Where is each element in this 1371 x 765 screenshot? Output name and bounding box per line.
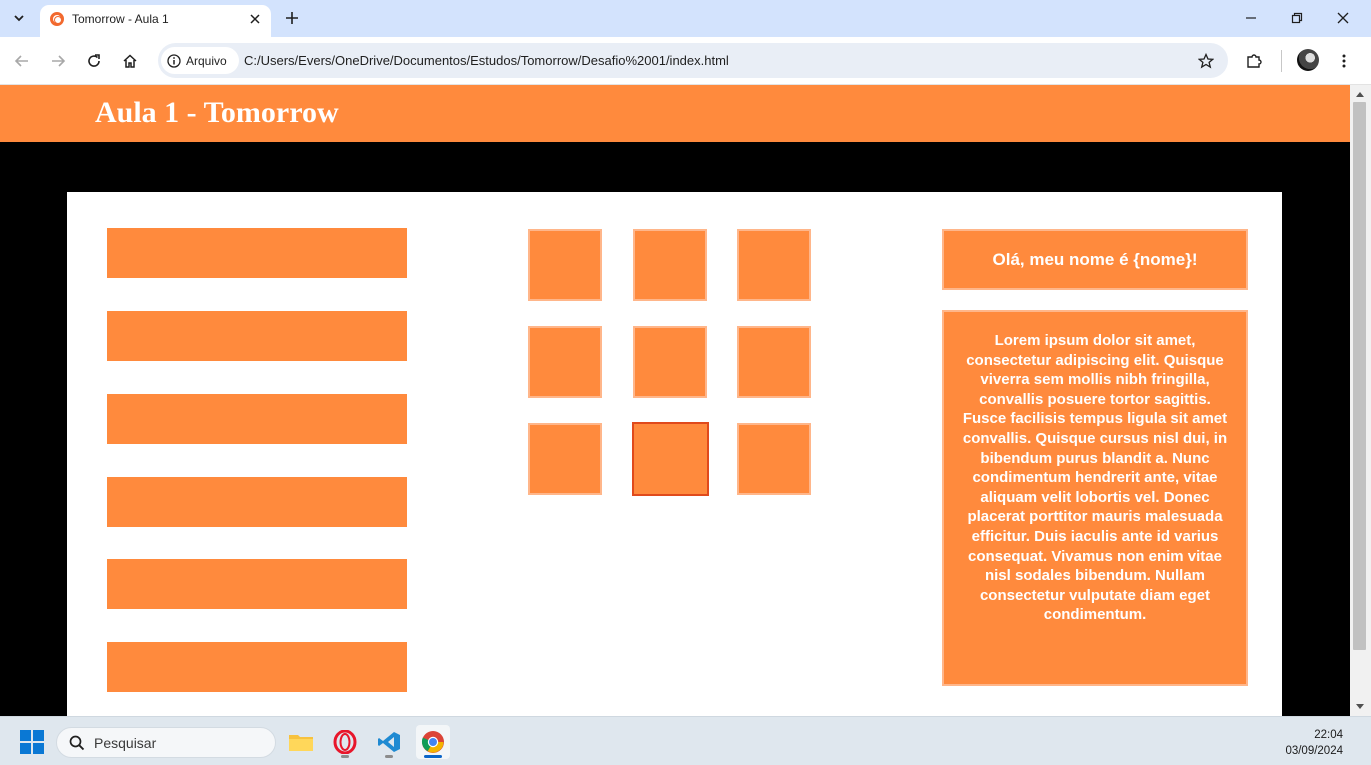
scroll-thumb[interactable] — [1353, 102, 1366, 650]
vscode-button[interactable] — [372, 725, 406, 759]
running-indicator — [341, 755, 349, 758]
vscode-icon — [378, 732, 400, 752]
new-tab-button[interactable] — [282, 8, 302, 28]
plus-icon — [286, 12, 298, 24]
url-text[interactable]: C:/Users/Evers/OneDrive/Documentos/Estud… — [244, 53, 729, 68]
page-title: Aula 1 - Tomorrow — [95, 96, 339, 129]
page-scrollbar[interactable] — [1350, 85, 1371, 716]
toolbar-divider — [1281, 50, 1282, 72]
running-indicator — [385, 755, 393, 758]
triangle-up-icon — [1356, 92, 1364, 97]
browser-tab[interactable]: Tomorrow - Aula 1 — [40, 5, 271, 37]
active-indicator — [424, 755, 442, 758]
back-button[interactable] — [10, 49, 34, 73]
chrome-icon — [421, 731, 444, 753]
tab-search-button[interactable] — [6, 6, 32, 30]
tab-favicon-icon — [50, 12, 64, 26]
taskbar-search-placeholder: Pesquisar — [94, 735, 157, 751]
orange-bar — [107, 642, 407, 692]
orange-bar — [107, 477, 407, 527]
file-explorer-button[interactable] — [284, 725, 318, 759]
site-info-label: Arquivo — [186, 53, 227, 68]
grid-square[interactable] — [528, 229, 602, 301]
windows-start-icon[interactable] — [20, 730, 44, 754]
content-card: Olá, meu nome é {nome}! Lorem ipsum dolo… — [67, 192, 1282, 716]
reload-icon — [88, 54, 100, 67]
star-icon — [1198, 53, 1214, 69]
orange-bar — [107, 311, 407, 361]
forward-button[interactable] — [46, 49, 70, 73]
lorem-box: Lorem ipsum dolor sit amet, consectetur … — [942, 310, 1248, 686]
minimize-icon — [1246, 17, 1256, 19]
orange-bar — [107, 394, 407, 444]
tab-title: Tomorrow - Aula 1 — [72, 12, 169, 26]
chevron-down-icon — [14, 15, 24, 22]
taskbar-search[interactable]: Pesquisar — [56, 727, 276, 758]
close-icon — [1337, 12, 1349, 24]
grid-square[interactable] — [633, 326, 707, 398]
scroll-down-button[interactable] — [1354, 701, 1366, 713]
grid-square[interactable] — [528, 326, 602, 398]
minimize-button[interactable] — [1238, 6, 1264, 30]
home-button[interactable] — [118, 49, 142, 73]
grid-square[interactable] — [737, 423, 811, 495]
orange-bar — [107, 559, 407, 609]
chrome-button[interactable] — [416, 725, 450, 759]
reload-button[interactable] — [82, 49, 106, 73]
page-viewport: Aula 1 - Tomorrow Olá, meu nome é {nome}… — [0, 85, 1350, 716]
tab-strip: Tomorrow - Aula 1 — [0, 0, 1371, 37]
greeting-box: Olá, meu nome é {nome}! — [942, 229, 1248, 290]
system-clock[interactable]: 22:04 03/09/2024 — [1285, 727, 1343, 759]
arrow-right-icon — [52, 55, 66, 67]
browser-menu-button[interactable] — [1332, 49, 1356, 73]
page-header: Aula 1 - Tomorrow — [0, 85, 1350, 142]
orange-bar — [107, 228, 407, 278]
grid-square[interactable] — [737, 326, 811, 398]
clock-time: 22:04 — [1314, 729, 1343, 741]
extensions-button[interactable] — [1242, 49, 1266, 73]
arrow-left-icon — [14, 55, 28, 67]
close-window-button[interactable] — [1330, 6, 1356, 30]
greeting-text: Olá, meu nome é {nome}! — [992, 249, 1198, 269]
profile-avatar[interactable] — [1297, 49, 1319, 71]
grid-square-hovered[interactable] — [632, 422, 709, 496]
triangle-down-icon — [1356, 704, 1364, 709]
more-vertical-icon — [1342, 54, 1346, 68]
file-explorer-icon — [289, 735, 313, 751]
windows-taskbar: Pesquisar 22:04 03/09/2024 — [0, 716, 1371, 765]
restore-icon — [1291, 12, 1303, 24]
bookmark-button[interactable] — [1196, 51, 1216, 71]
close-icon — [250, 14, 260, 24]
opera-icon — [333, 730, 357, 754]
scroll-up-button[interactable] — [1354, 88, 1366, 100]
grid-square[interactable] — [633, 229, 707, 301]
grid-square[interactable] — [528, 423, 602, 495]
opera-button[interactable] — [328, 725, 362, 759]
lorem-text: Lorem ipsum dolor sit amet, consectetur … — [962, 332, 1228, 624]
clock-date: 03/09/2024 — [1285, 745, 1343, 757]
grid-square[interactable] — [737, 229, 811, 301]
search-icon — [69, 735, 85, 751]
site-info-chip[interactable]: Arquivo — [161, 47, 239, 74]
tab-close-button[interactable] — [247, 11, 263, 27]
home-icon — [123, 54, 137, 68]
address-bar[interactable]: Arquivo C:/Users/Evers/OneDrive/Document… — [158, 43, 1228, 78]
puzzle-icon — [1247, 54, 1262, 68]
restore-button[interactable] — [1284, 6, 1310, 30]
info-icon — [167, 53, 181, 68]
browser-toolbar: Arquivo C:/Users/Evers/OneDrive/Document… — [0, 37, 1371, 85]
